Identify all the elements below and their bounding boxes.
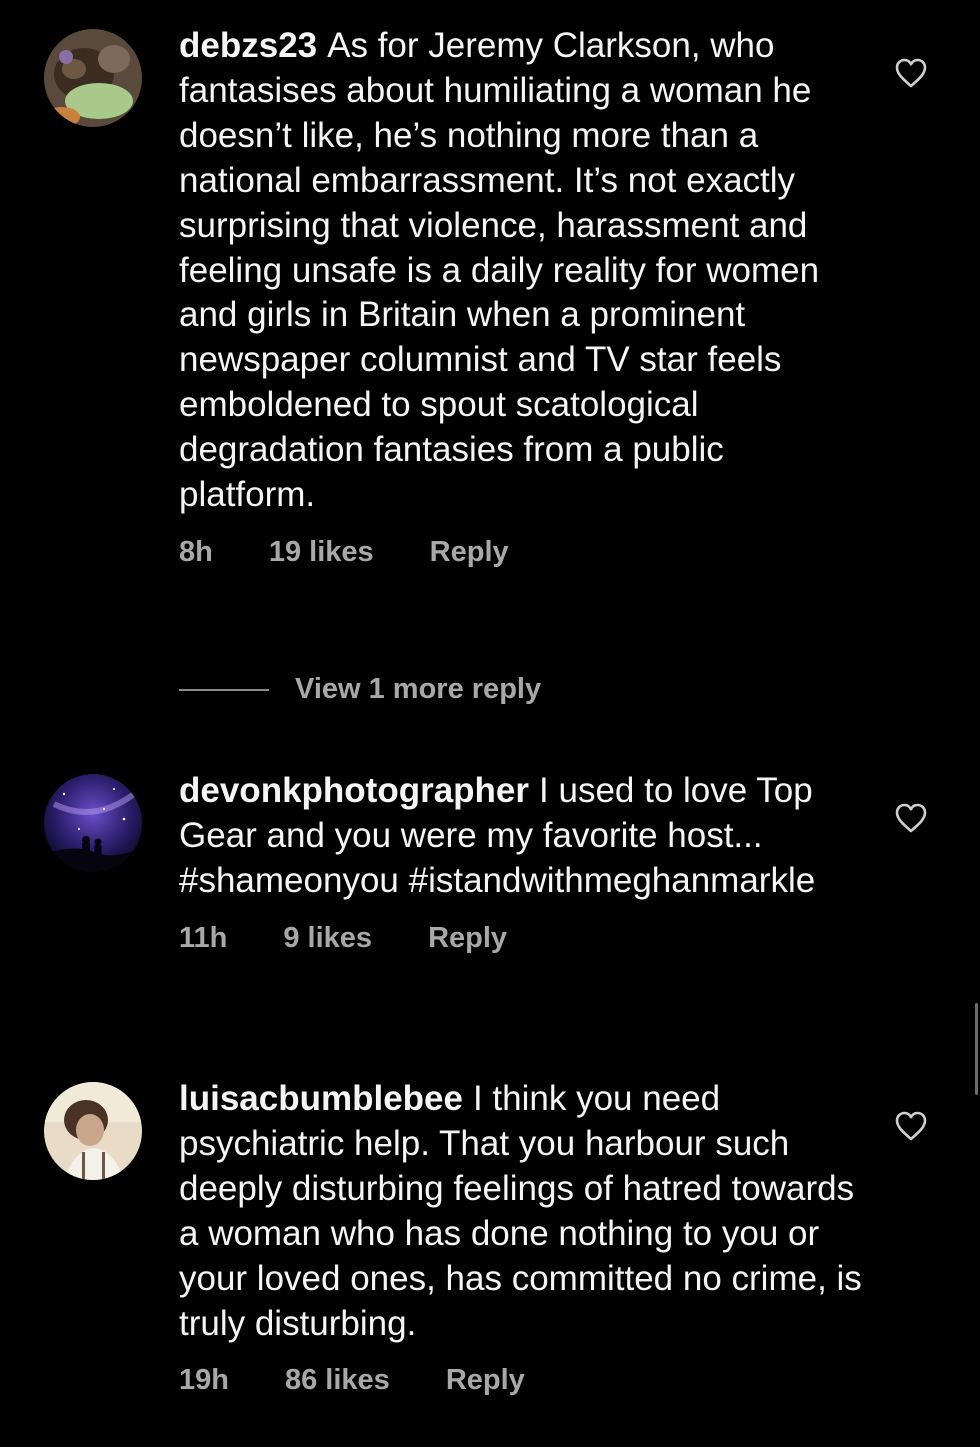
view-more-replies-label: View 1 more reply xyxy=(295,673,542,705)
divider-line xyxy=(179,688,269,691)
likes-count[interactable]: 86 likes xyxy=(285,1364,390,1397)
comment-body: devonkphotographer I used to love Top Gea… xyxy=(179,769,869,955)
username[interactable]: devonkphotographer xyxy=(179,771,529,810)
comment-meta: 19h 86 likes Reply xyxy=(179,1364,869,1397)
reply-button[interactable]: Reply xyxy=(428,922,507,955)
timestamp: 11h xyxy=(179,921,228,954)
timestamp: 8h xyxy=(179,535,213,568)
heart-outline-icon[interactable] xyxy=(894,1110,928,1142)
heart-outline-icon[interactable] xyxy=(894,57,928,89)
avatar[interactable] xyxy=(44,29,142,127)
view-more-replies-button[interactable]: View 1 more reply xyxy=(179,673,541,706)
comment-body: debzs23 As for Jeremy Clarkson, who fanta… xyxy=(179,24,869,569)
comment-text: devonkphotographer I used to love Top Gea… xyxy=(179,769,869,904)
avatar[interactable] xyxy=(44,774,142,872)
likes-count[interactable]: 9 likes xyxy=(283,922,372,955)
comment-message: As for Jeremy Clarkson, who fantasises a… xyxy=(179,26,820,515)
comment-text: luisacbumblebee I think you need psychiat… xyxy=(179,1077,869,1346)
comment-meta: 11h 9 likes Reply xyxy=(179,922,869,955)
comment-text: debzs23 As for Jeremy Clarkson, who fanta… xyxy=(179,24,869,518)
comment-meta: 8h 19 likes Reply xyxy=(179,536,869,569)
avatar[interactable] xyxy=(44,1082,142,1180)
comment-message: I think you need psychiatric help. That … xyxy=(179,1079,862,1343)
comment-body: luisacbumblebee I think you need psychiat… xyxy=(179,1077,869,1397)
scrollbar[interactable] xyxy=(975,1003,978,1095)
heart-outline-icon[interactable] xyxy=(894,802,928,834)
username[interactable]: luisacbumblebee xyxy=(179,1079,463,1118)
reply-button[interactable]: Reply xyxy=(430,536,509,569)
username[interactable]: debzs23 xyxy=(179,26,317,65)
likes-count[interactable]: 19 likes xyxy=(269,536,374,569)
timestamp: 19h xyxy=(179,1364,229,1397)
reply-button[interactable]: Reply xyxy=(446,1364,525,1397)
